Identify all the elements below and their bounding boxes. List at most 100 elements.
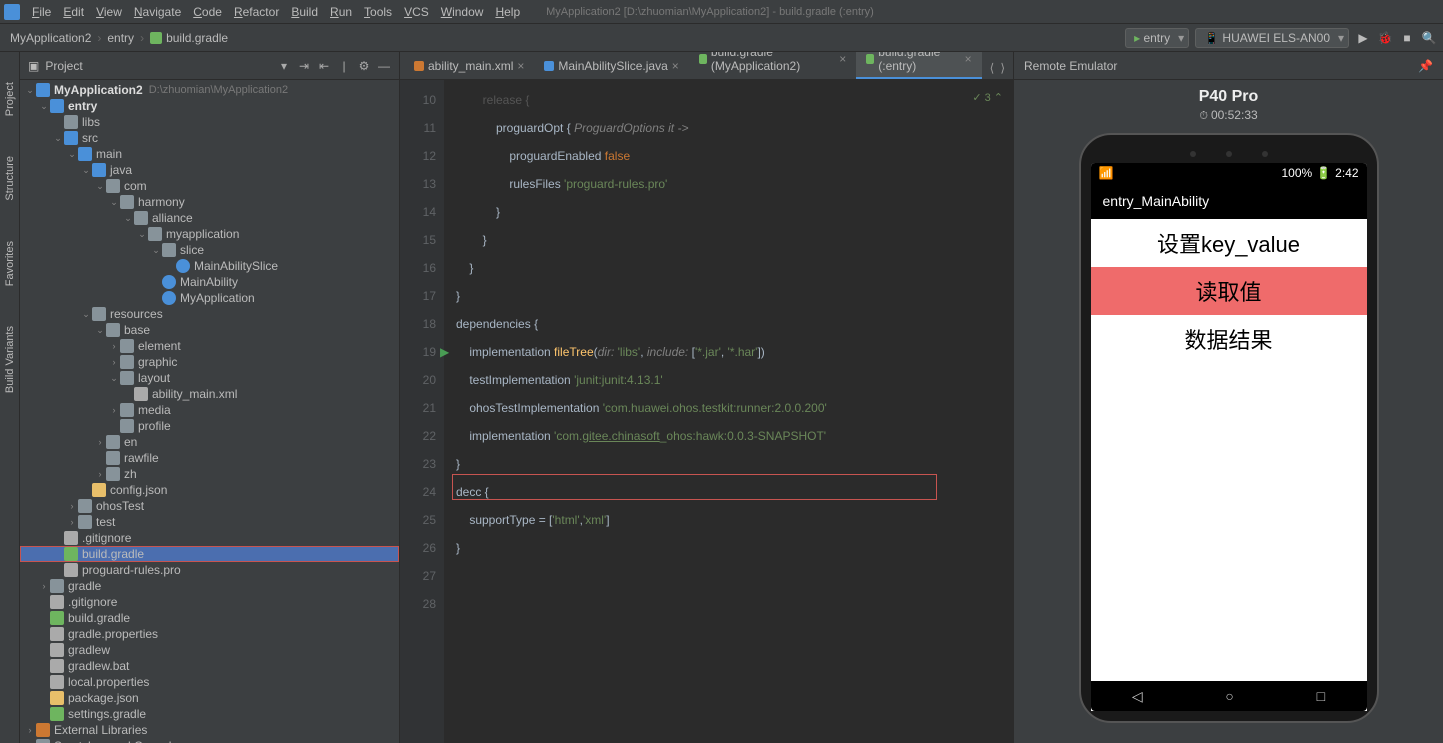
tree-item[interactable]: gradlew bbox=[20, 642, 399, 658]
search-icon[interactable]: 🔍 bbox=[1421, 30, 1437, 46]
tree-item[interactable]: settings.gradle bbox=[20, 706, 399, 722]
read-value-button[interactable]: 读取值 bbox=[1091, 267, 1367, 315]
menu-run[interactable]: Run bbox=[324, 3, 358, 21]
close-icon[interactable]: × bbox=[965, 52, 972, 66]
tree-item[interactable]: ⌄harmony bbox=[20, 194, 399, 210]
tree-item[interactable]: config.json bbox=[20, 482, 399, 498]
tab-next-icon[interactable]: ⟩ bbox=[1000, 61, 1005, 75]
tree-item[interactable]: ⌄java bbox=[20, 162, 399, 178]
menu-vcs[interactable]: VCS bbox=[398, 3, 435, 21]
menu-file[interactable]: File bbox=[26, 3, 57, 21]
tree-item[interactable]: local.properties bbox=[20, 674, 399, 690]
menu-code[interactable]: Code bbox=[187, 3, 228, 21]
tree-item[interactable]: profile bbox=[20, 418, 399, 434]
tree-item[interactable]: ⌄entry bbox=[20, 98, 399, 114]
editor-tab[interactable]: ability_main.xml × bbox=[404, 55, 534, 79]
tree-item[interactable]: MyApplication bbox=[20, 290, 399, 306]
tree-item[interactable]: ⌄com bbox=[20, 178, 399, 194]
tab-prev-icon[interactable]: ⟨ bbox=[990, 61, 995, 75]
tree-item[interactable]: ⌄MyApplication2D:\zhuomian\MyApplication… bbox=[20, 82, 399, 98]
tree-item[interactable]: build.gradle bbox=[20, 610, 399, 626]
collapse-icon[interactable]: ⇥ bbox=[297, 59, 311, 73]
gear-icon[interactable]: ⚙ bbox=[357, 59, 371, 73]
tool-tab-project[interactable]: Project bbox=[4, 82, 16, 116]
menu-build[interactable]: Build bbox=[285, 3, 324, 21]
breadcrumb-file[interactable]: build.gradle bbox=[146, 31, 232, 45]
tree-item[interactable]: gradle.properties bbox=[20, 626, 399, 642]
tree-item[interactable]: rawfile bbox=[20, 450, 399, 466]
folder-icon bbox=[36, 739, 50, 743]
inspection-badge[interactable]: ✓ 3 ⌃ bbox=[972, 84, 1003, 112]
home-key-icon[interactable]: ○ bbox=[1225, 688, 1233, 704]
menu-window[interactable]: Window bbox=[435, 3, 490, 21]
tree-item[interactable]: ›gradle bbox=[20, 578, 399, 594]
folder-icon bbox=[78, 499, 92, 513]
tree-item[interactable]: ⌄layout bbox=[20, 370, 399, 386]
menu-help[interactable]: Help bbox=[489, 3, 526, 21]
close-icon[interactable]: × bbox=[517, 59, 524, 73]
folder-blue-icon bbox=[64, 131, 78, 145]
tool-tab-structure[interactable]: Structure bbox=[4, 156, 16, 201]
breadcrumb-root[interactable]: MyApplication2 bbox=[6, 31, 95, 45]
debug-icon[interactable]: 🐞 bbox=[1377, 30, 1393, 46]
stop-icon[interactable]: ■ bbox=[1399, 30, 1415, 46]
menu-refactor[interactable]: Refactor bbox=[228, 3, 285, 21]
tree-item[interactable]: ›media bbox=[20, 402, 399, 418]
tool-tab-build-variants[interactable]: Build Variants bbox=[4, 326, 16, 393]
pin-icon[interactable]: 📌 bbox=[1418, 59, 1433, 73]
folder-blue-icon bbox=[36, 83, 50, 97]
tree-item[interactable]: ›en bbox=[20, 434, 399, 450]
tree-item[interactable]: libs bbox=[20, 114, 399, 130]
tree-item[interactable]: ⌄resources bbox=[20, 306, 399, 322]
tree-item[interactable]: ⌄alliance bbox=[20, 210, 399, 226]
tree-item[interactable]: build.gradle bbox=[20, 546, 399, 562]
tree-item[interactable]: ›zh bbox=[20, 466, 399, 482]
expand-icon[interactable]: ⇤ bbox=[317, 59, 331, 73]
editor-tabs: ability_main.xml ×MainAbilitySlice.java … bbox=[400, 52, 1013, 80]
tool-tab-favorites[interactable]: Favorites bbox=[4, 241, 16, 286]
tree-item[interactable]: gradlew.bat bbox=[20, 658, 399, 674]
menu-edit[interactable]: Edit bbox=[57, 3, 90, 21]
tree-item[interactable]: proguard-rules.pro bbox=[20, 562, 399, 578]
tree-item[interactable]: ability_main.xml bbox=[20, 386, 399, 402]
editor-tab[interactable]: build.gradle (:entry) × bbox=[856, 52, 981, 79]
tree-item[interactable]: ⌄slice bbox=[20, 242, 399, 258]
code-area[interactable]: 10111213141516171819 ▶202122232425262728… bbox=[400, 80, 1013, 743]
breadcrumb-module[interactable]: entry bbox=[103, 31, 138, 45]
tree-item[interactable]: .gitignore bbox=[20, 530, 399, 546]
tree-item[interactable]: ⌄myapplication bbox=[20, 226, 399, 242]
run-config-dropdown[interactable]: ▸ entry bbox=[1125, 28, 1189, 48]
chevron-down-icon[interactable]: ▾ bbox=[277, 59, 291, 73]
menu-tools[interactable]: Tools bbox=[358, 3, 398, 21]
close-icon[interactable]: × bbox=[839, 52, 846, 66]
tree-item[interactable]: package.json bbox=[20, 690, 399, 706]
tree-item[interactable]: MainAbilitySlice bbox=[20, 258, 399, 274]
back-key-icon[interactable]: ◁ bbox=[1132, 688, 1143, 705]
run-icon[interactable]: ▶ bbox=[1355, 30, 1371, 46]
set-key-value-button[interactable]: 设置key_value bbox=[1091, 219, 1367, 267]
menu-view[interactable]: View bbox=[90, 3, 128, 21]
tree-item[interactable]: ›External Libraries bbox=[20, 722, 399, 738]
tree-item[interactable]: ⌄src bbox=[20, 130, 399, 146]
emulator-body: P40 Pro ⏱ 00:52:33 📶 100%🔋2:42 entry_Mai… bbox=[1014, 80, 1443, 743]
recent-key-icon[interactable]: □ bbox=[1317, 688, 1325, 704]
tree-item[interactable]: ›ohosTest bbox=[20, 498, 399, 514]
menu-navigate[interactable]: Navigate bbox=[128, 3, 187, 21]
tree-item[interactable]: MainAbility bbox=[20, 274, 399, 290]
hide-icon[interactable]: — bbox=[377, 59, 391, 73]
code-content[interactable]: ✓ 3 ⌃ release { proguardOpt { ProguardOp… bbox=[444, 80, 1013, 743]
project-tree[interactable]: ⌄MyApplication2D:\zhuomian\MyApplication… bbox=[20, 80, 399, 743]
phone-screen[interactable]: 📶 100%🔋2:42 entry_MainAbility 设置key_valu… bbox=[1091, 163, 1367, 711]
tree-item[interactable]: ⌄main bbox=[20, 146, 399, 162]
tree-item[interactable]: .gitignore bbox=[20, 594, 399, 610]
lib-icon bbox=[36, 723, 50, 737]
tree-item[interactable]: ›Scratches and Consoles bbox=[20, 738, 399, 743]
device-dropdown[interactable]: 📱 HUAWEI ELS-AN00 bbox=[1195, 28, 1349, 48]
tree-item[interactable]: ⌄base bbox=[20, 322, 399, 338]
tree-item[interactable]: ›graphic bbox=[20, 354, 399, 370]
close-icon[interactable]: × bbox=[672, 59, 679, 73]
tree-item[interactable]: ›element bbox=[20, 338, 399, 354]
editor-tab[interactable]: build.gradle (MyApplication2) × bbox=[689, 52, 856, 79]
editor-tab[interactable]: MainAbilitySlice.java × bbox=[534, 55, 688, 79]
tree-item[interactable]: ›test bbox=[20, 514, 399, 530]
